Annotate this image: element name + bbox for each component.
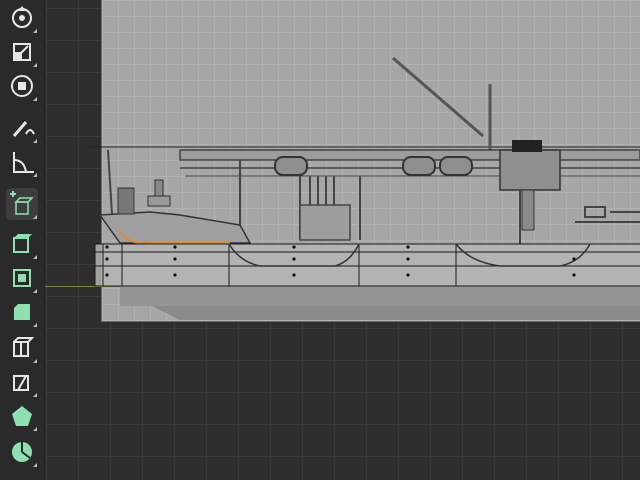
lifeboat-2 — [402, 156, 436, 176]
measure-icon[interactable] — [6, 146, 38, 178]
cube-face-icon[interactable] — [6, 228, 38, 260]
spin-icon[interactable] — [6, 436, 38, 468]
cube-inset-icon[interactable] — [6, 262, 38, 294]
bridge-structure — [499, 149, 561, 191]
ship-model-overlay[interactable] — [0, 0, 640, 480]
lifeboat-3 — [439, 156, 473, 176]
tool-sidebar — [0, 0, 45, 480]
orbit-icon[interactable] — [6, 2, 38, 34]
mesh-hull-block — [95, 244, 640, 286]
crane-arm — [392, 56, 484, 138]
cube-bevel-icon[interactable] — [6, 296, 38, 328]
add-cube-icon[interactable] — [6, 188, 38, 220]
bow-hull — [98, 211, 252, 244]
poly-build-icon[interactable] — [6, 400, 38, 432]
knife-icon[interactable] — [6, 366, 38, 398]
annotate-icon[interactable] — [6, 112, 38, 144]
lifeboat-1 — [274, 156, 308, 176]
loop-cut-icon[interactable] — [6, 332, 38, 364]
scale-icon[interactable] — [6, 36, 38, 68]
transform-icon[interactable] — [6, 70, 38, 102]
